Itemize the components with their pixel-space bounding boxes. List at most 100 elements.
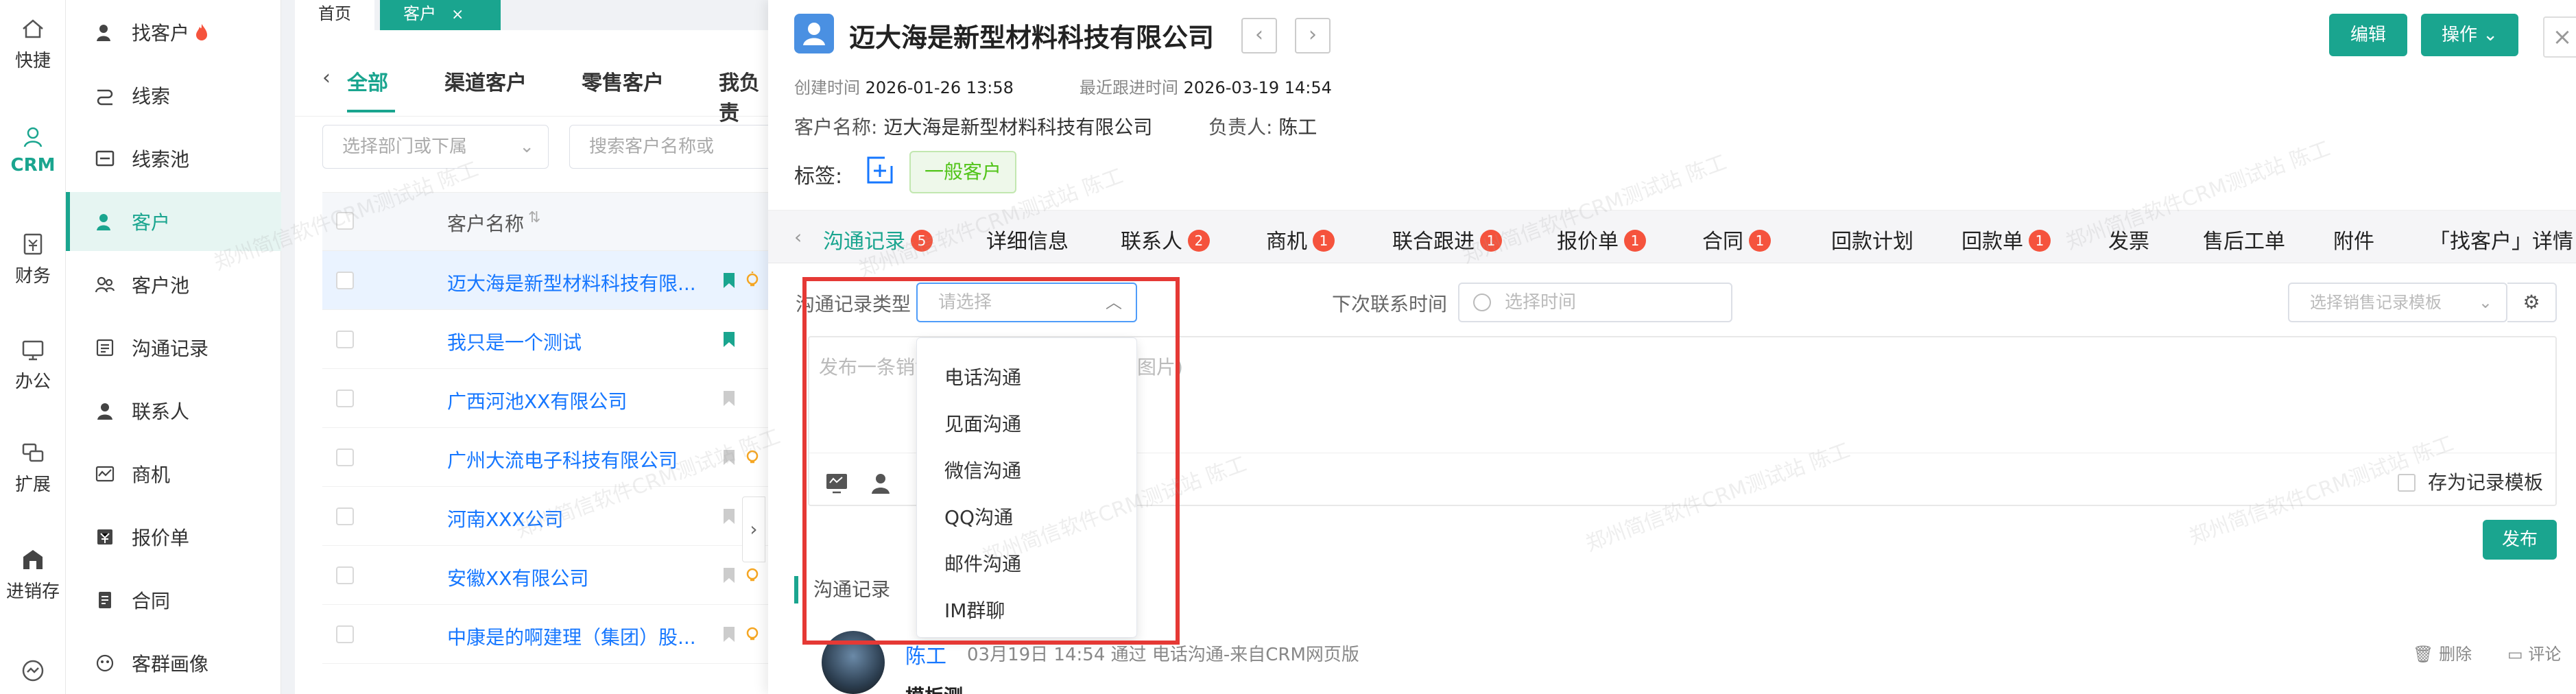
secondary-nav: 找客户 线索 线索池 客户 客户池 沟通记录 联系人 商机 报价单 合同 客群画…: [66, 0, 281, 694]
table-row[interactable]: 安徽XX有限公司 K: [322, 546, 768, 605]
table-row[interactable]: 我只是一个测试 K: [322, 310, 768, 369]
publish-button[interactable]: 发布: [2483, 520, 2557, 560]
find-customer-icon: [97, 25, 110, 41]
table-row[interactable]: 广西河池XX有限公司 K: [322, 369, 768, 428]
view-tab-retail[interactable]: 零售客户: [582, 66, 664, 96]
edit-button[interactable]: 编辑: [2329, 14, 2407, 56]
view-tab-channel[interactable]: 渠道客户: [444, 66, 527, 96]
lightbulb-icon[interactable]: [743, 448, 761, 466]
lightbulb-icon[interactable]: [743, 272, 761, 289]
customer-name-link[interactable]: 广西河池XX有限公司: [447, 387, 708, 414]
tab-communication[interactable]: 沟通记录 5: [823, 224, 933, 254]
row-checkbox[interactable]: [336, 625, 354, 643]
add-tag-icon[interactable]: [864, 155, 896, 187]
nav-inventory[interactable]: 进销存: [0, 546, 66, 603]
view-tab-mine[interactable]: 我负责: [719, 66, 768, 126]
detail-tabs: ‹ 沟通记录 5 详细信息 联系人 2 商机 1 联合跟进 1 报价单 1 合同 1 回款计…: [768, 210, 2576, 263]
tab-after-sales[interactable]: 售后工单: [2203, 224, 2285, 254]
tab-details[interactable]: 详细信息: [986, 224, 1069, 254]
close-icon[interactable]: ×: [2543, 16, 2576, 58]
prev-record-button[interactable]: ‹: [1241, 18, 1277, 53]
table-row[interactable]: 广州大流电子科技有限公司 K: [322, 428, 768, 487]
inventory-icon: [23, 550, 43, 569]
next-contact-input[interactable]: 选择时间: [1458, 283, 1732, 322]
lightbulb-icon[interactable]: [743, 566, 761, 584]
sidebar-item-opportunities[interactable]: 商机: [66, 444, 281, 503]
sidebar-item-portrait[interactable]: 客群画像: [66, 634, 281, 693]
tab-badge: 1: [1480, 230, 1502, 252]
view-tab-all[interactable]: 全部: [347, 66, 388, 96]
select-all-checkbox[interactable]: [336, 212, 354, 230]
sidebar-item-customer-pool[interactable]: 客户池: [66, 255, 281, 314]
bookmark-icon[interactable]: [721, 507, 737, 525]
tag-chip[interactable]: 一般客户: [909, 151, 1016, 193]
bookmark-icon[interactable]: [721, 566, 737, 584]
operations-button[interactable]: 操作 ⌄: [2421, 14, 2518, 56]
customer-name-link[interactable]: 中康是的啊建理（集团）股...: [447, 623, 708, 650]
collapse-panel-handle[interactable]: ›: [742, 496, 765, 562]
nav-extend[interactable]: 扩展: [0, 439, 66, 496]
tab-invoices[interactable]: 发票: [2108, 224, 2149, 254]
nav-crm[interactable]: CRM: [0, 123, 66, 176]
tab-quotes[interactable]: 报价单 1: [1557, 224, 1646, 254]
tab-home[interactable]: 首页: [295, 0, 374, 30]
bookmark-icon[interactable]: [721, 448, 737, 466]
tab-contacts[interactable]: 联系人 2: [1121, 224, 1210, 254]
customer-avatar: [794, 14, 834, 53]
tab-contracts[interactable]: 合同 1: [1702, 224, 1771, 254]
row-checkbox[interactable]: [336, 566, 354, 584]
customer-name-link[interactable]: 安徽XX有限公司: [447, 564, 708, 591]
tab-customer[interactable]: 客户 ×: [380, 0, 501, 30]
search-input[interactable]: 搜索客户名称或: [569, 125, 768, 169]
sort-icon[interactable]: ⇅: [528, 209, 540, 226]
bookmark-icon[interactable]: [721, 390, 737, 407]
nav-finance[interactable]: 财务: [0, 230, 66, 287]
tab-payments[interactable]: 回款单 1: [1961, 224, 2051, 254]
save-template-checkbox[interactable]: 存为记录模板: [2398, 468, 2543, 495]
customer-name-link[interactable]: 迈大海是新型材料科技有限...: [447, 269, 708, 296]
row-checkbox[interactable]: [336, 448, 354, 466]
table-row[interactable]: 中康是的啊建理（集团）股... K: [322, 605, 768, 664]
col-name-header[interactable]: 客户名称: [447, 209, 524, 237]
sidebar-item-leads[interactable]: 线索: [66, 66, 281, 125]
row-checkbox[interactable]: [336, 272, 354, 289]
sidebar-item-contracts[interactable]: 合同: [66, 571, 281, 630]
customer-name-link[interactable]: 河南XXX公司: [447, 505, 708, 532]
bookmark-icon[interactable]: [721, 331, 737, 348]
tab-payment-plan[interactable]: 回款计划: [1831, 224, 1913, 254]
customer-name-link[interactable]: 我只是一个测试: [447, 328, 708, 355]
checkbox-box[interactable]: [2398, 474, 2416, 492]
tabs-scroll-left-icon[interactable]: ‹: [794, 226, 802, 248]
sidebar-item-customers[interactable]: 客户: [66, 192, 281, 251]
template-select[interactable]: 选择销售记录模板 ⌄: [2288, 283, 2507, 322]
sidebar-item-contacts[interactable]: 联系人: [66, 381, 281, 440]
bookmark-icon[interactable]: [721, 625, 737, 643]
tab-opportunities[interactable]: 商机 1: [1266, 224, 1335, 254]
nav-more[interactable]: [0, 657, 66, 684]
dept-filter[interactable]: 选择部门或下属 ⌄: [322, 125, 549, 169]
tab-close-icon[interactable]: ×: [451, 6, 464, 23]
view-back-icon[interactable]: ‹: [322, 66, 331, 90]
tab-joint-followup[interactable]: 联合跟进 1: [1392, 224, 1502, 254]
table-row[interactable]: 河南XXX公司 K: [322, 487, 768, 546]
row-checkbox[interactable]: [336, 390, 354, 407]
tab-attachments[interactable]: 附件: [2333, 224, 2374, 254]
sidebar-item-lead-pool[interactable]: 线索池: [66, 129, 281, 188]
gear-icon[interactable]: ⚙: [2507, 283, 2557, 322]
comment-button[interactable]: ▭ 评论: [2507, 641, 2561, 665]
bookmark-icon[interactable]: [721, 272, 737, 289]
delete-button[interactable]: 🗑 删除: [2413, 641, 2472, 665]
lightbulb-icon[interactable]: [743, 625, 761, 643]
nav-quick[interactable]: 快捷: [0, 15, 66, 72]
row-checkbox[interactable]: [336, 331, 354, 348]
table-row[interactable]: 迈大海是新型材料科技有限... K: [322, 251, 768, 310]
nav-office[interactable]: 办公: [0, 336, 66, 393]
sidebar-item-find-customer[interactable]: 找客户: [66, 3, 281, 62]
tab-find-customer-detail[interactable]: 「找客户」详情: [2429, 224, 2573, 254]
lead-pool-icon: [95, 150, 115, 167]
sidebar-item-communication[interactable]: 沟通记录: [66, 318, 281, 377]
next-record-button[interactable]: ›: [1295, 18, 1331, 53]
row-checkbox[interactable]: [336, 507, 354, 525]
sidebar-item-quotes[interactable]: 报价单: [66, 507, 281, 566]
customer-name-link[interactable]: 广州大流电子科技有限公司: [447, 446, 708, 473]
